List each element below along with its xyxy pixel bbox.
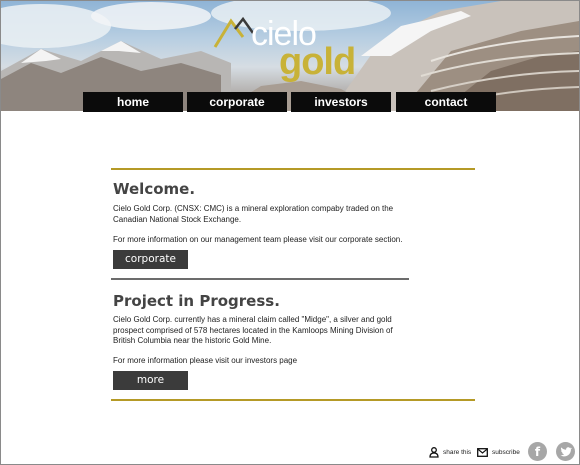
- project-text-line1: Cielo Gold Corp. currently has a mineral…: [113, 315, 392, 324]
- more-button[interactable]: more: [113, 371, 188, 390]
- project-text-line2: prospect comprised of 578 hectares locat…: [113, 325, 393, 335]
- nav-corporate[interactable]: corporate: [187, 92, 287, 112]
- share-this-label: share this: [443, 448, 472, 456]
- welcome-corporate-note: For more information on our management t…: [113, 235, 403, 244]
- share-this-link[interactable]: share this: [429, 445, 471, 459]
- mountain-logo-icon: [213, 16, 255, 48]
- welcome-intro-line2: Canadian National Stock Exchange.: [113, 214, 242, 224]
- subscribe-link[interactable]: subscribe: [477, 445, 520, 459]
- section-divider-top: [111, 168, 475, 170]
- twitter-bird-icon: [560, 446, 572, 456]
- twitter-icon[interactable]: [556, 442, 575, 461]
- project-text-line3: British Columbia near the historic Gold …: [113, 336, 272, 345]
- facebook-icon[interactable]: f: [528, 442, 547, 461]
- main-nav: home corporate investors contact: [1, 92, 579, 112]
- nav-investors[interactable]: investors: [291, 92, 391, 112]
- section-divider-middle: [111, 278, 409, 280]
- project-investors-note: For more information please visit our in…: [113, 356, 298, 365]
- welcome-intro-line1: Cielo Gold Corp. (CNSX: CMC) is a minera…: [113, 204, 394, 213]
- nav-contact[interactable]: contact: [396, 92, 496, 112]
- envelope-icon: [477, 447, 488, 457]
- person-icon: [429, 446, 439, 458]
- welcome-heading: Welcome.: [113, 180, 196, 198]
- logo-word-gold: gold: [279, 41, 356, 83]
- page-frame: cielo gold home corporate investors cont…: [0, 0, 580, 465]
- cielo-gold-logo[interactable]: cielo gold: [213, 15, 356, 81]
- subscribe-label: subscribe: [492, 448, 520, 456]
- nav-home[interactable]: home: [83, 92, 183, 112]
- project-heading: Project in Progress.: [113, 292, 280, 310]
- section-divider-bottom: [111, 399, 475, 401]
- corporate-button[interactable]: corporate: [113, 250, 188, 269]
